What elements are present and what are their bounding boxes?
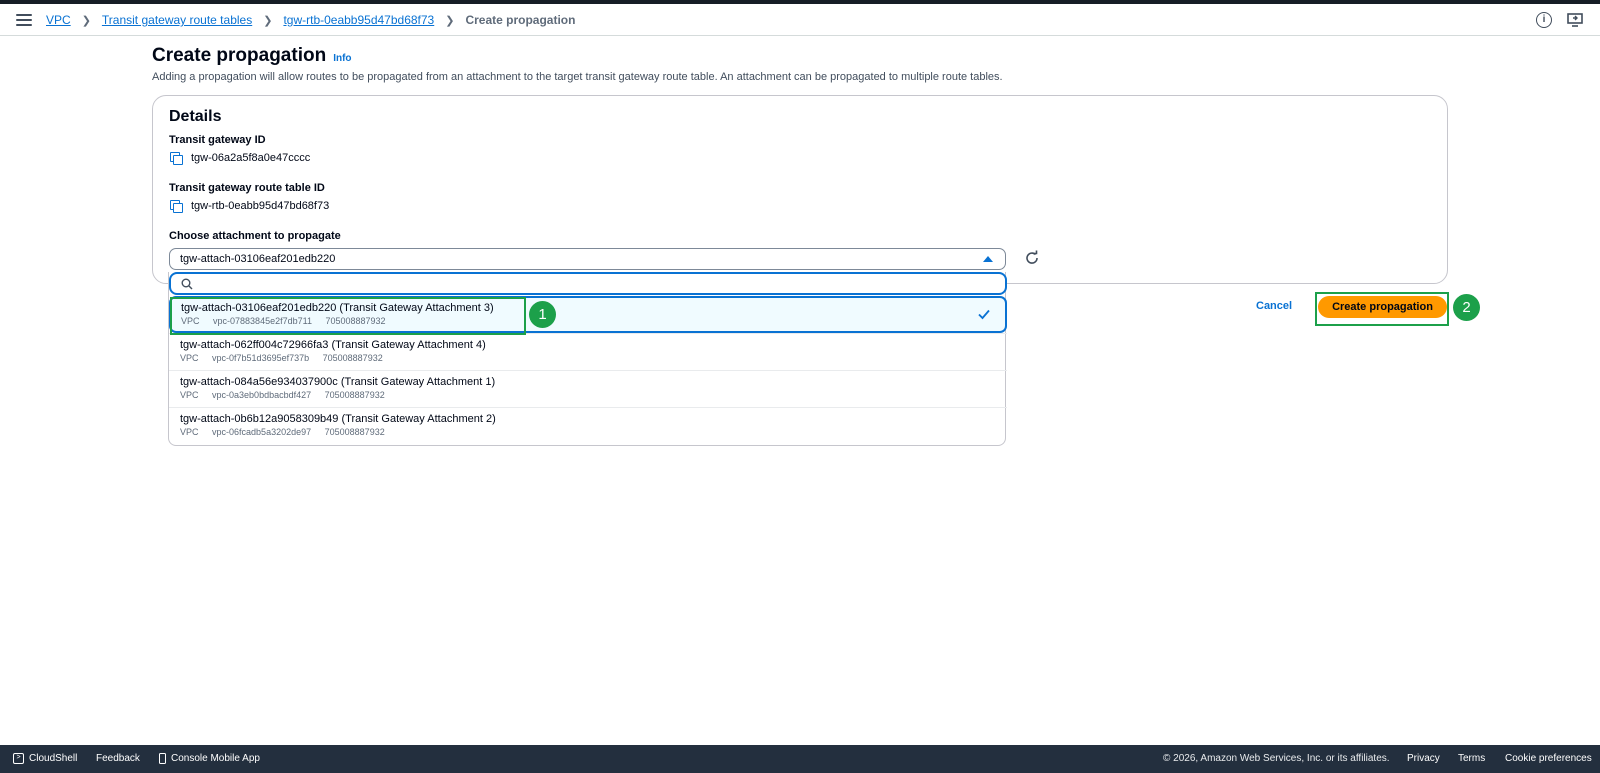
option-type: VPC — [181, 316, 200, 326]
option-meta: VPC vpc-0a3eb0bdbacbdf427 705008887932 — [180, 390, 996, 400]
breadcrumb-route-tables[interactable]: Transit gateway route tables — [102, 13, 252, 27]
check-icon — [978, 309, 990, 320]
breadcrumb: VPC ❯ Transit gateway route tables ❯ tgw… — [46, 13, 575, 27]
caret-up-icon — [983, 256, 993, 262]
feedback-link[interactable]: Feedback — [96, 753, 140, 764]
page-header: Create propagation Info — [152, 45, 352, 67]
option-attachment-4[interactable]: tgw-attach-062ff004c72966fa3 (Transit Ga… — [169, 333, 1007, 370]
cancel-button[interactable]: Cancel — [1256, 300, 1292, 312]
option-vpc: vpc-06fcadb5a3202de97 — [212, 427, 312, 437]
option-attachment-2[interactable]: tgw-attach-0b6b12a9058309b49 (Transit Ga… — [169, 407, 1007, 444]
dropdown-search[interactable] — [169, 272, 1007, 295]
cloudshell-label: CloudShell — [29, 753, 78, 764]
cookie-preferences-link[interactable]: Cookie preferences — [1505, 753, 1592, 764]
tgw-id-value-row: tgw-06a2a5f8a0e47cccc — [170, 151, 311, 165]
privacy-link[interactable]: Privacy — [1407, 753, 1440, 764]
step-badge-2: 2 — [1453, 294, 1480, 321]
rtb-id-value-row: tgw-rtb-0eabb95d47bd68f73 — [170, 199, 330, 213]
option-vpc: vpc-0a3eb0bdbacbdf427 — [212, 390, 312, 400]
chevron-right-icon: ❯ — [263, 14, 273, 27]
chevron-right-icon: ❯ — [81, 14, 91, 27]
option-type: VPC — [180, 353, 199, 363]
search-input[interactable] — [199, 275, 989, 292]
details-title: Details — [169, 108, 222, 125]
breadcrumb-route-table-id[interactable]: tgw-rtb-0eabb95d47bd68f73 — [283, 13, 434, 27]
option-title: tgw-attach-062ff004c72966fa3 (Transit Ga… — [180, 339, 486, 351]
search-icon — [181, 278, 193, 290]
refresh-icon[interactable] — [1023, 249, 1041, 267]
option-account: 705008887932 — [322, 353, 383, 363]
option-attachment-3[interactable]: tgw-attach-03106eaf201edb220 (Transit Ga… — [169, 296, 1007, 333]
mobile-icon — [159, 753, 166, 764]
option-attachment-1[interactable]: tgw-attach-084a56e934037900c (Transit Ga… — [169, 370, 1007, 407]
screen-share-icon[interactable] — [1567, 12, 1583, 28]
option-account: 705008887932 — [325, 316, 386, 326]
step-badge-1: 1 — [529, 301, 556, 328]
option-title: tgw-attach-0b6b12a9058309b49 (Transit Ga… — [180, 413, 496, 425]
option-type: VPC — [180, 427, 199, 437]
page-description: Adding a propagation will allow routes t… — [152, 71, 1003, 83]
details-card: Details Transit gateway ID tgw-06a2a5f8a… — [152, 95, 1448, 284]
option-meta: VPC vpc-0f7b51d3695ef737b 705008887932 — [180, 353, 996, 363]
attachment-select[interactable]: tgw-attach-03106eaf201edb220 — [169, 248, 1006, 270]
chevron-right-icon: ❯ — [445, 14, 455, 27]
cloudshell-icon: > — [13, 753, 24, 764]
attachment-select-value: tgw-attach-03106eaf201edb220 — [180, 253, 336, 265]
footer: > CloudShell Feedback Console Mobile App… — [0, 745, 1600, 773]
breadcrumb-current: Create propagation — [465, 13, 576, 27]
option-meta: VPC vpc-07883845e2f7db711 705008887932 — [181, 316, 995, 326]
rtb-id-label: Transit gateway route table ID — [169, 182, 325, 194]
terms-link[interactable]: Terms — [1458, 753, 1485, 764]
rtb-id-value: tgw-rtb-0eabb95d47bd68f73 — [191, 200, 330, 212]
mobile-app-link[interactable]: Console Mobile App — [159, 753, 260, 764]
tgw-id-value: tgw-06a2a5f8a0e47cccc — [191, 152, 311, 164]
menu-icon[interactable] — [16, 12, 32, 28]
info-link[interactable]: Info — [333, 53, 351, 64]
top-bar: VPC ❯ Transit gateway route tables ❯ tgw… — [0, 4, 1600, 36]
option-vpc: vpc-07883845e2f7db711 — [213, 316, 312, 326]
copy-icon[interactable] — [170, 199, 183, 213]
copy-icon[interactable] — [170, 151, 183, 165]
option-title: tgw-attach-03106eaf201edb220 (Transit Ga… — [181, 302, 494, 314]
breadcrumb-vpc[interactable]: VPC — [46, 13, 71, 27]
cloudshell-link[interactable]: > CloudShell — [13, 753, 77, 764]
option-vpc: vpc-0f7b51d3695ef737b — [212, 353, 310, 363]
page-title: Create propagation — [152, 45, 327, 66]
option-meta: VPC vpc-06fcadb5a3202de97 705008887932 — [180, 427, 996, 437]
option-account: 705008887932 — [324, 427, 385, 437]
option-title: tgw-attach-084a56e934037900c (Transit Ga… — [180, 376, 496, 388]
attachment-select-label: Choose attachment to propagate — [169, 230, 341, 242]
attachment-dropdown: tgw-attach-03106eaf201edb220 (Transit Ga… — [168, 272, 1007, 446]
copyright-text: © 2026, Amazon Web Services, Inc. or its… — [1163, 753, 1390, 764]
tgw-id-label: Transit gateway ID — [169, 134, 266, 146]
mobile-app-label: Console Mobile App — [171, 753, 260, 764]
create-propagation-button[interactable]: Create propagation — [1318, 296, 1447, 318]
option-account: 705008887932 — [324, 390, 385, 400]
option-type: VPC — [180, 390, 199, 400]
info-icon[interactable]: i — [1536, 12, 1552, 28]
